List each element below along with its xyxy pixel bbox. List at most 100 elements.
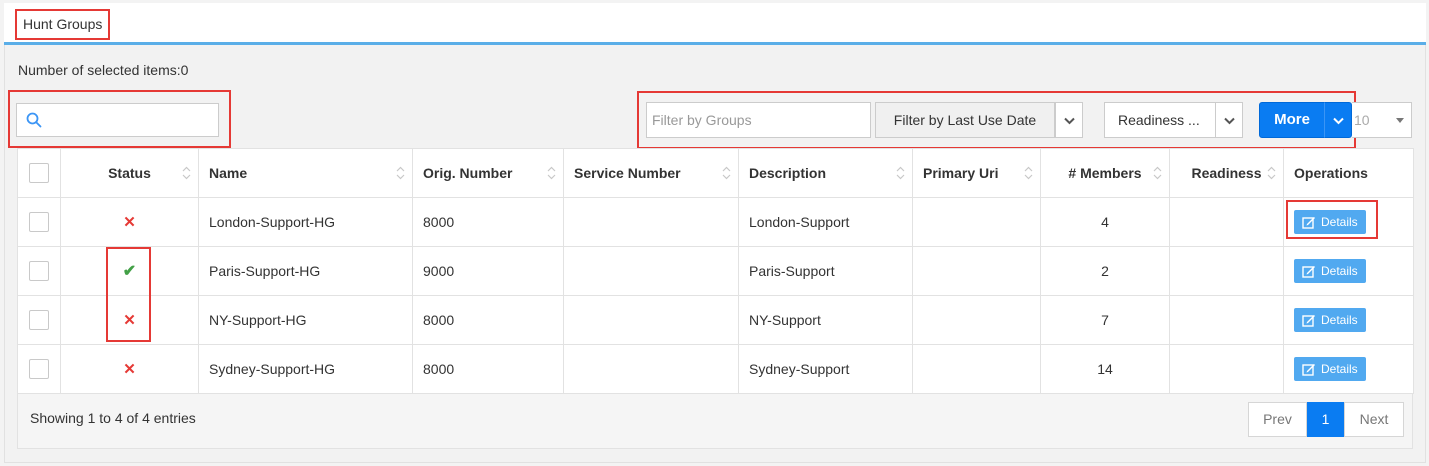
details-button[interactable]: Details	[1294, 259, 1366, 283]
readiness-dropdown-toggle[interactable]	[1215, 102, 1243, 138]
status-cell: ✕	[60, 344, 199, 394]
status-cell: ✕	[60, 197, 199, 247]
operations-cell: Details	[1283, 295, 1414, 345]
more-dropdown-toggle[interactable]	[1324, 102, 1352, 138]
details-button[interactable]: Details	[1294, 357, 1366, 381]
column-header-orig-number[interactable]: Orig. Number	[412, 148, 564, 198]
caret-down-icon	[1396, 118, 1404, 123]
chevron-down-icon	[1224, 117, 1235, 125]
column-header-service-number[interactable]: Service Number	[563, 148, 739, 198]
pagination: Prev 1 Next	[1248, 402, 1404, 437]
page-size-select[interactable]: 10	[1352, 102, 1412, 138]
sort-icon	[896, 166, 905, 180]
page-size-value: 10	[1354, 112, 1370, 128]
column-header-members[interactable]: # Members	[1040, 148, 1170, 198]
readiness-select[interactable]: Readiness ...	[1104, 102, 1216, 138]
details-button[interactable]: Details	[1294, 308, 1366, 332]
hunt-groups-table: Status Name Orig. Number Service Number …	[17, 148, 1414, 394]
column-header-description[interactable]: Description	[738, 148, 913, 198]
more-button[interactable]: More	[1259, 102, 1325, 138]
readiness-cell	[1169, 344, 1284, 394]
edit-icon	[1302, 216, 1315, 229]
readiness-cell	[1169, 295, 1284, 345]
sort-icon	[547, 166, 556, 180]
details-label: Details	[1321, 215, 1358, 229]
row-select-cell	[17, 344, 61, 394]
table-row: ✔ Paris-Support-HG 9000 Paris-Support 2 …	[17, 246, 1414, 296]
primary-uri-cell	[912, 295, 1041, 345]
description-cell: Paris-Support	[738, 246, 913, 296]
status-cell: ✔	[60, 246, 199, 296]
column-header-operations: Operations	[1283, 148, 1414, 198]
details-label: Details	[1321, 264, 1358, 278]
row-select-cell	[17, 295, 61, 345]
column-header-status[interactable]: Status	[60, 148, 199, 198]
description-cell: NY-Support	[738, 295, 913, 345]
operations-cell: Details	[1283, 344, 1414, 394]
row-checkbox[interactable]	[29, 310, 49, 330]
primary-uri-cell	[912, 197, 1041, 247]
sort-icon	[182, 166, 191, 180]
sort-icon	[1267, 166, 1276, 180]
service-number-cell	[563, 197, 739, 247]
name-cell: NY-Support-HG	[198, 295, 413, 345]
prev-page-button[interactable]: Prev	[1248, 402, 1307, 437]
panel-header: Hunt Groups	[4, 3, 1426, 45]
members-cell: 4	[1040, 197, 1170, 247]
column-header-label: Service Number	[574, 165, 681, 181]
row-select-cell	[17, 246, 61, 296]
members-cell: 14	[1040, 344, 1170, 394]
edit-icon	[1302, 265, 1315, 278]
status-error-icon: ✕	[123, 214, 136, 231]
orig-number-cell: 8000	[412, 295, 564, 345]
chevron-down-icon	[1333, 117, 1344, 125]
sort-icon	[1024, 166, 1033, 180]
status-error-icon: ✕	[123, 312, 136, 329]
column-header-readiness[interactable]: Readiness	[1169, 148, 1284, 198]
column-header-name[interactable]: Name	[198, 148, 413, 198]
table-header-row: Status Name Orig. Number Service Number …	[17, 148, 1414, 198]
column-header-label: Operations	[1294, 165, 1368, 181]
service-number-cell	[563, 295, 739, 345]
select-all-cell	[17, 148, 61, 198]
name-cell: Paris-Support-HG	[198, 246, 413, 296]
details-label: Details	[1321, 313, 1358, 327]
name-cell: London-Support-HG	[198, 197, 413, 247]
service-number-cell	[563, 344, 739, 394]
filter-by-groups-input[interactable]: Filter by Groups	[646, 102, 871, 138]
sort-icon	[1153, 166, 1162, 180]
column-header-label: Readiness	[1191, 165, 1262, 181]
table-row: ✕ Sydney-Support-HG 8000 Sydney-Support …	[17, 344, 1414, 394]
service-number-cell	[563, 246, 739, 296]
table-row: ✕ London-Support-HG 8000 London-Support …	[17, 197, 1414, 247]
filter-date-dropdown-toggle[interactable]	[1055, 102, 1083, 138]
row-checkbox[interactable]	[29, 212, 49, 232]
edit-icon	[1302, 363, 1315, 376]
sort-icon	[722, 166, 731, 180]
table-footer: Showing 1 to 4 of 4 entries Prev 1 Next	[17, 394, 1413, 449]
column-header-label: # Members	[1068, 165, 1142, 181]
column-header-primary-uri[interactable]: Primary Uri	[912, 148, 1041, 198]
readiness-cell	[1169, 246, 1284, 296]
row-checkbox[interactable]	[29, 261, 49, 281]
readiness-cell	[1169, 197, 1284, 247]
status-cell: ✕	[60, 295, 199, 345]
name-cell: Sydney-Support-HG	[198, 344, 413, 394]
status-ok-icon: ✔	[122, 263, 137, 280]
page-1-button[interactable]: 1	[1307, 402, 1344, 437]
filter-by-last-use-date-button[interactable]: Filter by Last Use Date	[875, 102, 1055, 138]
next-page-button[interactable]: Next	[1344, 402, 1404, 437]
primary-uri-cell	[912, 344, 1041, 394]
entries-summary: Showing 1 to 4 of 4 entries	[30, 410, 196, 426]
row-checkbox[interactable]	[29, 359, 49, 379]
select-all-checkbox[interactable]	[29, 163, 49, 183]
sort-icon	[396, 166, 405, 180]
page-title: Hunt Groups	[15, 9, 111, 40]
operations-cell: Details	[1283, 197, 1414, 247]
column-header-label: Orig. Number	[423, 165, 513, 181]
orig-number-cell: 8000	[412, 344, 564, 394]
members-cell: 2	[1040, 246, 1170, 296]
details-button[interactable]: Details	[1294, 210, 1366, 234]
search-input[interactable]	[16, 103, 219, 137]
chevron-down-icon	[1064, 117, 1075, 125]
